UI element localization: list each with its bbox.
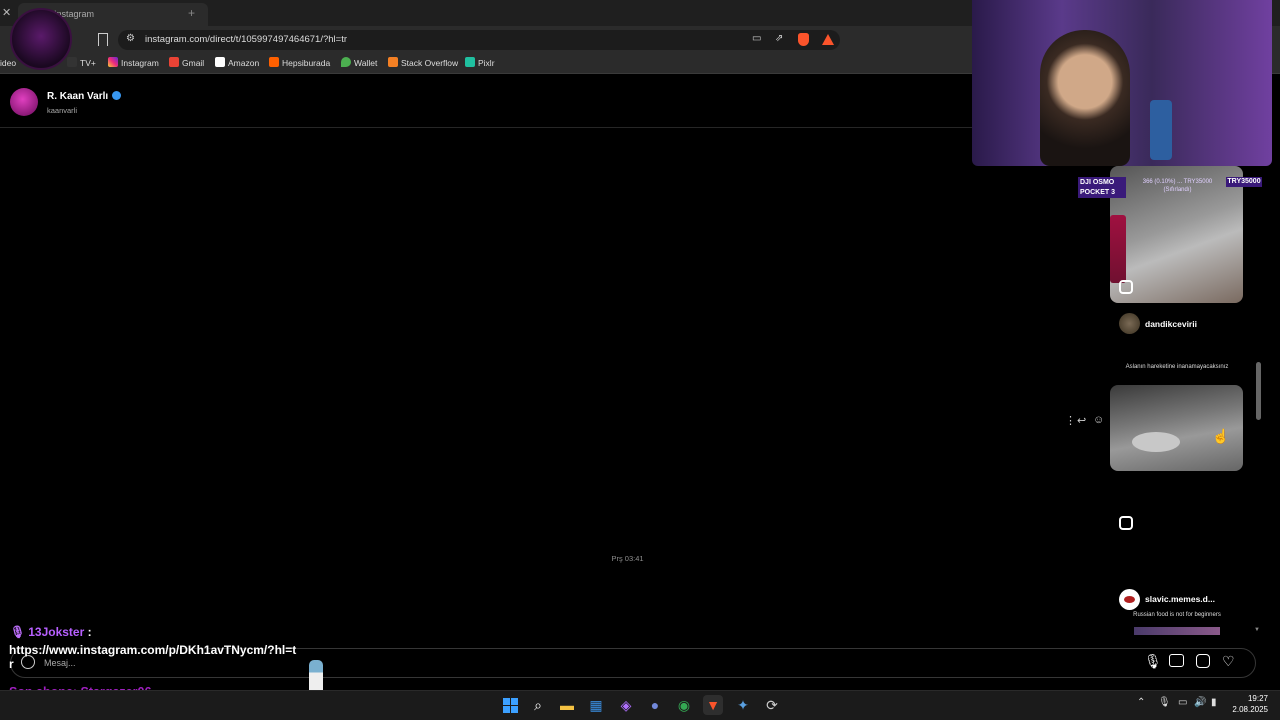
bookmark-wallet[interactable]: Wallet: [341, 57, 377, 70]
bookmark-stackoverflow[interactable]: Stack Overflow: [388, 57, 458, 70]
bookmark-icon[interactable]: [98, 33, 108, 46]
avatar[interactable]: [10, 88, 38, 116]
amazon-icon: [215, 57, 225, 67]
reel-thumbnail-detail: [1110, 215, 1126, 283]
bookmark-video[interactable]: ideo: [0, 57, 16, 70]
scrollbar-thumb[interactable]: [1256, 362, 1261, 420]
verified-badge-icon: [112, 91, 121, 100]
reel-sender-name[interactable]: dandikcevirii: [1145, 319, 1197, 329]
app-icon[interactable]: ◈: [616, 695, 636, 715]
network-icon[interactable]: ▭: [1178, 697, 1187, 708]
message-timestamp: Prş 03:41: [611, 554, 644, 563]
search-icon[interactable]: ⌕: [528, 695, 548, 715]
share-icon[interactable]: ⇗: [775, 33, 783, 44]
bookmark-pixlr[interactable]: Pixlr: [465, 57, 495, 70]
stream-chat-user: 🎙 13Jokster :: [10, 625, 92, 639]
reel-thumbnail-detail: [1132, 432, 1180, 452]
stream-banner-left: DJI OSMO POCKET 3: [1078, 177, 1126, 198]
scroll-down-icon[interactable]: ▼: [1254, 627, 1260, 633]
bookmark-instagram[interactable]: Instagram: [108, 57, 159, 70]
discord-icon[interactable]: ●: [645, 695, 665, 715]
tv-icon: [67, 57, 77, 67]
sticker-icon[interactable]: [1196, 654, 1210, 668]
wallet-icon: [341, 57, 351, 67]
close-icon[interactable]: ✕: [2, 6, 11, 19]
taskbar: [0, 690, 1280, 720]
battery-icon[interactable]: ▮: [1211, 697, 1217, 708]
reel-caption: Russian food is not for beginners: [1133, 612, 1221, 618]
clock-time[interactable]: 19:27: [1238, 694, 1268, 703]
reply-icon[interactable]: ↩: [1077, 414, 1086, 427]
cast-icon[interactable]: ▭: [752, 33, 761, 44]
mouse-cursor-icon: ☝: [1212, 428, 1230, 444]
webcam-person: [1040, 30, 1130, 166]
address-bar[interactable]: ⚙ instagram.com/direct/t/105997497464671…: [118, 30, 840, 50]
chevron-up-icon[interactable]: ⌃: [1137, 697, 1145, 708]
chrome-icon[interactable]: ◉: [674, 695, 694, 715]
volume-icon[interactable]: 🔊: [1194, 697, 1206, 708]
brave-rewards-icon[interactable]: [822, 34, 834, 45]
webcam-microphone: [1150, 100, 1172, 160]
gmail-icon: [169, 57, 179, 67]
shared-reel-3[interactable]: [1134, 627, 1220, 635]
instagram-icon: [108, 57, 118, 67]
contact-username: kaanvarli: [47, 106, 78, 115]
bookmark-tvplus[interactable]: TV+: [67, 57, 96, 70]
brave-shield-icon[interactable]: [798, 33, 809, 46]
pixlr-icon: [465, 57, 475, 67]
reel-icon: [1119, 280, 1133, 294]
app-icon[interactable]: ✦: [733, 695, 753, 715]
reel-icon: [1119, 516, 1133, 530]
brave-icon[interactable]: ▼: [703, 695, 723, 715]
bookmark-gmail[interactable]: Gmail: [169, 57, 204, 70]
hepsiburada-icon: [269, 57, 279, 67]
reel-overlay-text: 366 (0.10%) ... TRY35000 (Sıfırlandı): [1142, 179, 1213, 193]
avatar[interactable]: [1119, 589, 1140, 610]
reel-sender-name[interactable]: slavic.memes.d...: [1145, 594, 1215, 604]
more-options-icon[interactable]: ⋮: [1065, 414, 1076, 427]
windows-start-icon[interactable]: [500, 695, 520, 715]
new-tab-button[interactable]: +: [188, 6, 195, 20]
stackoverflow-icon: [388, 57, 398, 67]
file-explorer-icon[interactable]: ▬: [557, 695, 577, 715]
react-emoji-icon[interactable]: ☺: [1093, 414, 1104, 426]
microphone-icon: 🎙: [10, 625, 26, 639]
stream-chat-message: https://www.instagram.com/p/DKh1avTNycm/…: [9, 643, 297, 671]
site-settings-icon[interactable]: ⚙: [126, 33, 135, 44]
store-icon[interactable]: ▦: [586, 695, 606, 715]
bookmark-hepsiburada[interactable]: Hepsiburada: [269, 57, 330, 70]
microphone-icon[interactable]: 🎙: [1158, 697, 1171, 708]
contact-name[interactable]: R. Kaan Varlı: [47, 91, 108, 102]
heart-icon[interactable]: ♡: [1222, 653, 1235, 670]
bookmark-amazon[interactable]: Amazon: [215, 57, 259, 70]
clock-date[interactable]: 2.08.2025: [1228, 705, 1268, 714]
streamer-logo: [10, 8, 72, 70]
reel-caption: Aslanın hareketine inanamayacaksınız: [1125, 364, 1229, 370]
microphone-icon[interactable]: 🎙: [1144, 653, 1162, 670]
settings-icon[interactable]: ⟳: [762, 695, 782, 715]
image-icon[interactable]: [1169, 654, 1184, 667]
url-text: instagram.com/direct/t/105997497464671/?…: [145, 34, 348, 45]
avatar[interactable]: [1119, 313, 1140, 334]
